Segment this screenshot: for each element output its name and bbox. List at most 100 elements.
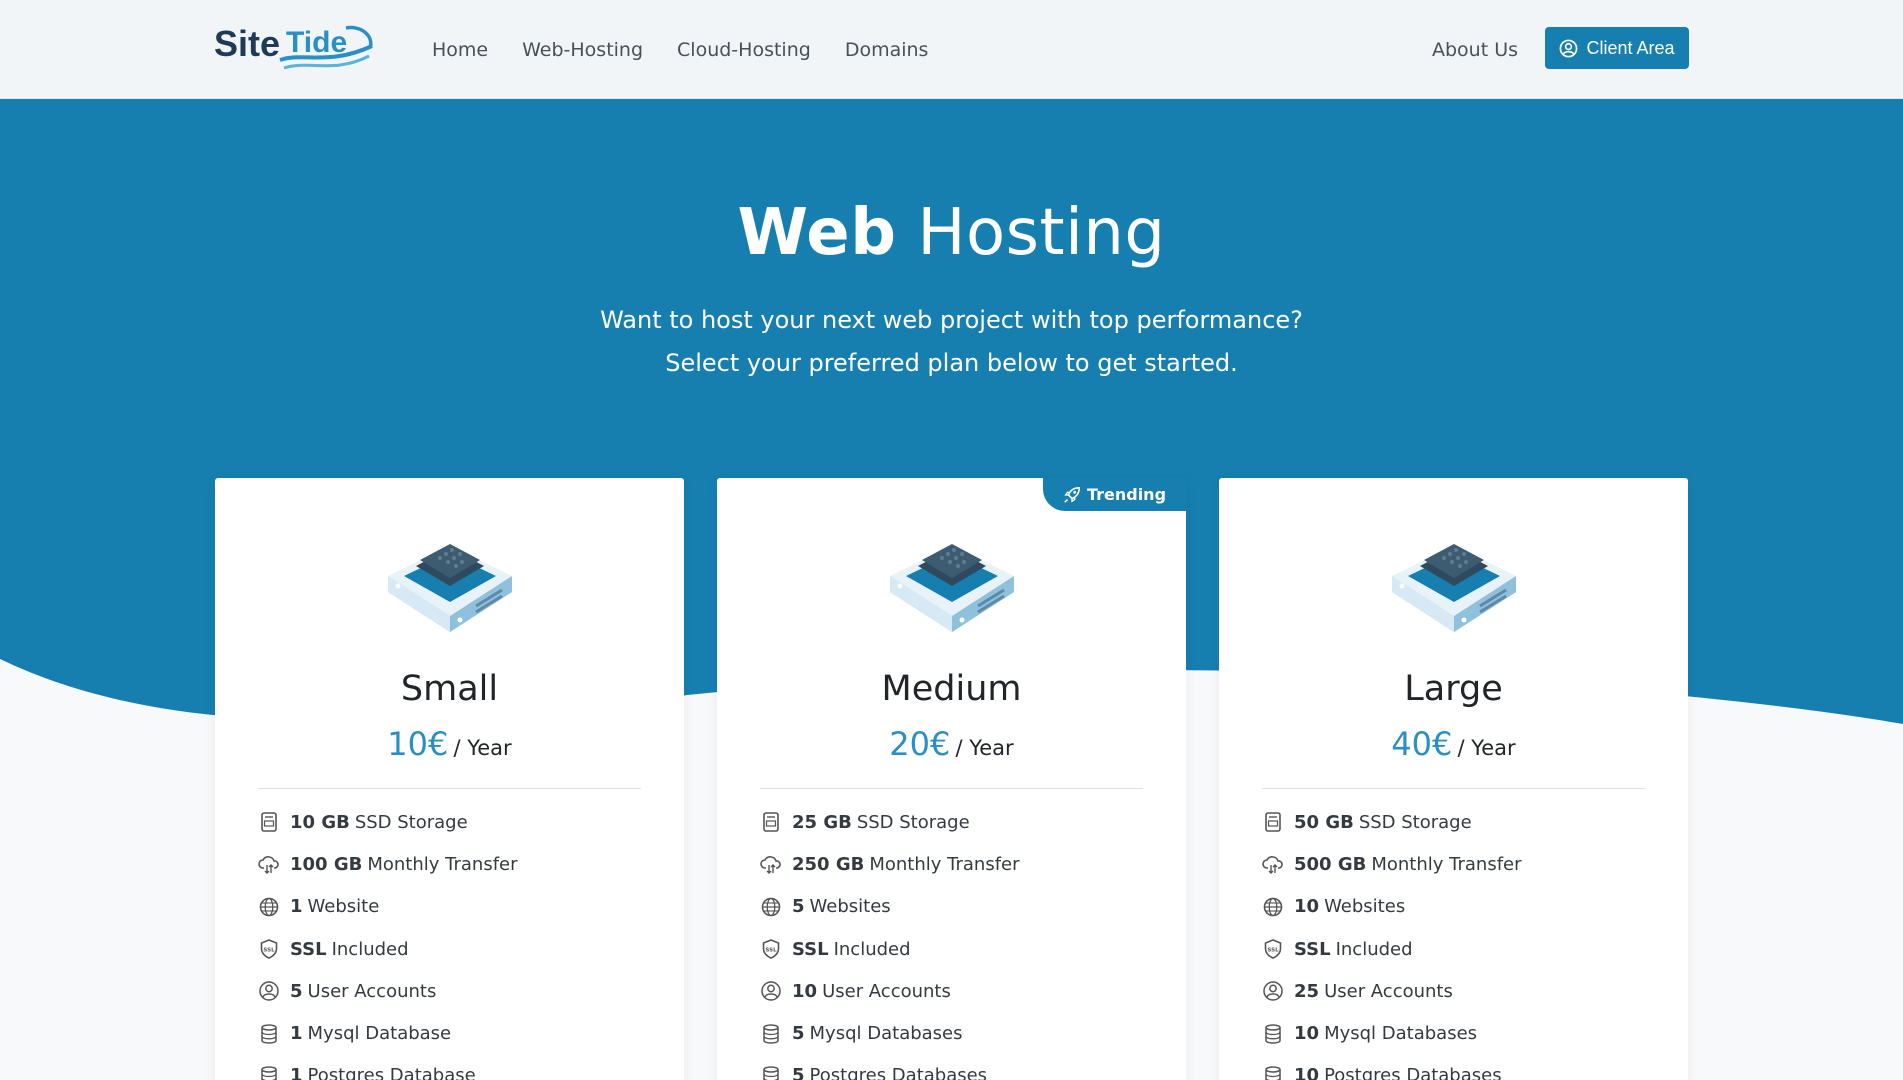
client-area-button[interactable]: Client Area: [1545, 27, 1689, 69]
server-icon: [384, 540, 516, 640]
feature-text: Website: [307, 896, 380, 918]
feature-value: 10: [792, 980, 818, 1002]
database-icon: [1262, 1065, 1284, 1080]
nav-about-us[interactable]: About Us: [1415, 0, 1535, 99]
feature-value: 5: [792, 1065, 805, 1080]
feature-text: Included: [833, 938, 911, 960]
plan-card-large[interactable]: Large 40€ / Year 50 GB SSD Storage 500 GB Mon…: [1219, 478, 1688, 1080]
feature-text: Websites: [1324, 896, 1406, 918]
price-period: / Year: [453, 736, 512, 760]
feature-value: 250 GB: [792, 853, 865, 875]
feature-text: Mysql Databases: [1324, 1023, 1478, 1045]
feature-text: User Accounts: [822, 980, 951, 1002]
nav-domains[interactable]: Domains: [828, 39, 946, 61]
feature-list: 50 GB SSD Storage 500 GB Monthly Transfer 10…: [1262, 801, 1658, 1080]
svg-text:SSL: SSL: [1267, 948, 1279, 954]
feature-list: 10 GB SSD Storage 100 GB Monthly Transfer 1 W…: [258, 801, 654, 1080]
price-amount: 20€: [889, 725, 951, 763]
feature-value: 10: [1294, 896, 1320, 918]
feature-text: Monthly Transfer: [869, 853, 1020, 875]
feature-value: 5: [792, 1023, 805, 1045]
navbar: Site Tide Home Web-Hosting Cloud-Hosting…: [0, 0, 1903, 99]
feature-text: Included: [331, 938, 409, 960]
nav-cloud-hosting[interactable]: Cloud-Hosting: [660, 39, 828, 61]
price-period: / Year: [955, 736, 1014, 760]
feature-ssd-storage: 25 GB SSD Storage: [760, 801, 1156, 843]
feature-text: SSD Storage: [1358, 811, 1472, 833]
feature-text: Mysql Databases: [809, 1023, 963, 1045]
plan-price: 40€ / Year: [1219, 725, 1688, 763]
plan-name: Medium: [881, 669, 1022, 709]
plan-name: Small: [400, 669, 499, 709]
price-period: / Year: [1457, 736, 1516, 760]
feature-included: SSL SSL Included: [760, 928, 1156, 970]
plan-price: 10€ / Year: [215, 725, 684, 763]
database-icon: [760, 1065, 782, 1080]
feature-ssd-storage: 50 GB SSD Storage: [1262, 801, 1658, 843]
globe-icon: [1262, 896, 1284, 918]
feature-value: 10: [1294, 1023, 1320, 1045]
user-circle-icon: [1559, 39, 1578, 58]
plan-card-medium[interactable]: Trending Medium 20€ / Year 25 GB SSD Storage…: [717, 478, 1186, 1080]
svg-text:Site: Site: [214, 23, 280, 64]
feature-text: Monthly Transfer: [1371, 853, 1522, 875]
page-title: Web Hosting: [737, 196, 1166, 270]
feature-monthly-transfer: 500 GB Monthly Transfer: [1262, 843, 1658, 885]
site-logo[interactable]: Site Tide: [214, 22, 374, 78]
feature-value: SSL: [290, 938, 327, 960]
ssd-icon: [258, 811, 280, 833]
feature-value: 100 GB: [290, 853, 363, 875]
feature-text: Postgres Database: [307, 1065, 476, 1080]
feature-user-accounts: 5 User Accounts: [258, 970, 654, 1012]
feature-value: 50 GB: [1294, 811, 1354, 833]
badge-label: Trending: [1086, 485, 1167, 504]
main-nav: Home Web-Hosting Cloud-Hosting Domains: [415, 0, 945, 99]
nav-web-hosting[interactable]: Web-Hosting: [505, 39, 660, 61]
feature-text: SSD Storage: [354, 811, 468, 833]
feature-mysql-databases: 5 Mysql Databases: [760, 1012, 1156, 1054]
feature-monthly-transfer: 250 GB Monthly Transfer: [760, 843, 1156, 885]
feature-text: Mysql Database: [307, 1023, 452, 1045]
plan-card-small[interactable]: Small 10€ / Year 10 GB SSD Storage 100 GB Mon…: [215, 478, 684, 1080]
feature-text: Included: [1335, 938, 1413, 960]
feature-text: Postgres Databases: [1324, 1065, 1502, 1080]
feature-websites: 5 Websites: [760, 886, 1156, 928]
feature-list: 25 GB SSD Storage 250 GB Monthly Transfer 5 W…: [760, 801, 1156, 1080]
divider: [1262, 788, 1645, 789]
globe-icon: [760, 896, 782, 918]
feature-postgres-databases: 10 Postgres Databases: [1262, 1055, 1658, 1080]
price-amount: 40€: [1391, 725, 1453, 763]
server-icon: [1388, 540, 1520, 640]
trending-badge: Trending: [1043, 478, 1186, 511]
feature-value: 25: [1294, 980, 1320, 1002]
feature-text: Monthly Transfer: [367, 853, 518, 875]
feature-websites: 10 Websites: [1262, 886, 1658, 928]
cloud-transfer-icon: [1262, 853, 1284, 875]
client-area-label: Client Area: [1586, 37, 1675, 58]
feature-value: 5: [792, 896, 805, 918]
feature-included: SSL SSL Included: [258, 928, 654, 970]
price-amount: 10€: [387, 725, 449, 763]
feature-value: 25 GB: [792, 811, 852, 833]
nav-home[interactable]: Home: [415, 39, 505, 61]
user-icon: [1262, 980, 1284, 1002]
rocket-icon: [1063, 486, 1081, 504]
feature-text: Postgres Databases: [809, 1065, 988, 1080]
feature-monthly-transfer: 100 GB Monthly Transfer: [258, 843, 654, 885]
svg-text:Tide: Tide: [286, 26, 347, 59]
feature-text: SSD Storage: [856, 811, 970, 833]
feature-mysql-databases: 10 Mysql Databases: [1262, 1012, 1658, 1054]
database-icon: [1262, 1023, 1284, 1045]
feature-value: 1: [290, 896, 303, 918]
user-icon: [760, 980, 782, 1002]
feature-value: 10 GB: [290, 811, 350, 833]
divider: [760, 788, 1143, 789]
ssl-shield-icon: SSL: [760, 938, 782, 960]
feature-value: 500 GB: [1294, 853, 1367, 875]
feature-ssd-storage: 10 GB SSD Storage: [258, 801, 654, 843]
divider: [258, 788, 641, 789]
feature-user-accounts: 10 User Accounts: [760, 970, 1156, 1012]
cloud-transfer-icon: [760, 853, 782, 875]
feature-postgres-database: 1 Postgres Database: [258, 1055, 654, 1080]
ssl-shield-icon: SSL: [1262, 938, 1284, 960]
